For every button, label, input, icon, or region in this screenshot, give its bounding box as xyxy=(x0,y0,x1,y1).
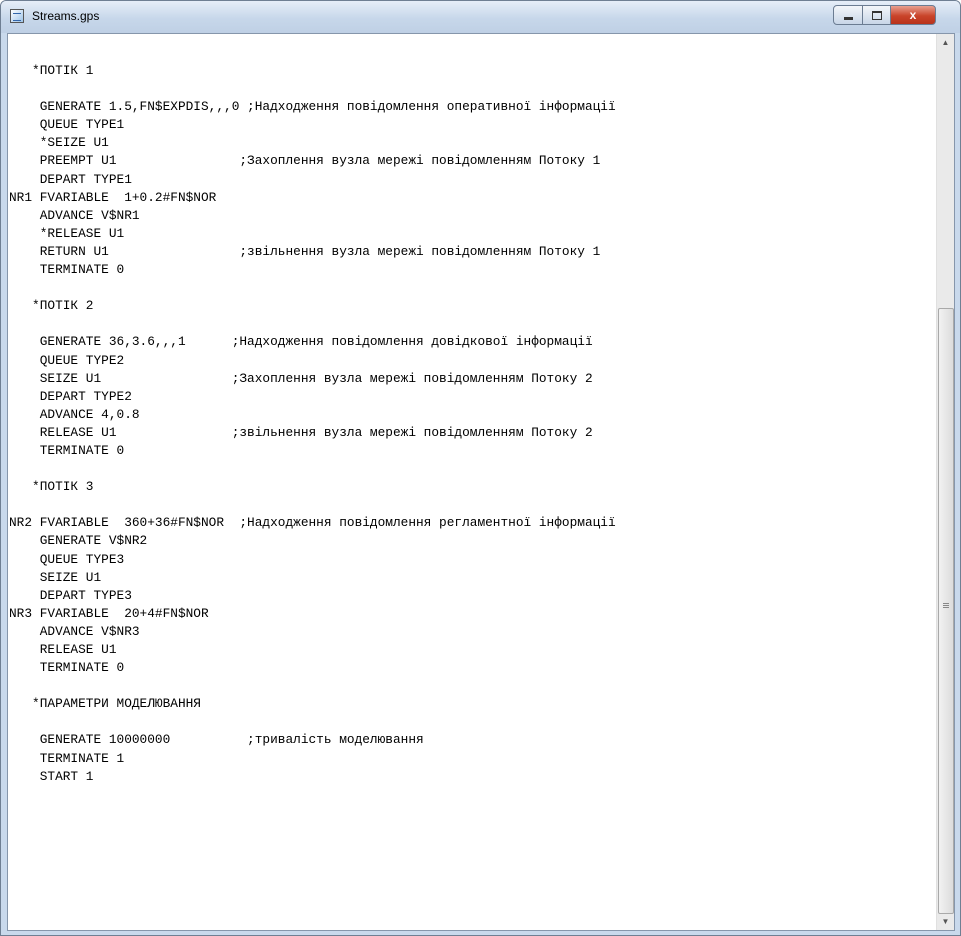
close-icon: x xyxy=(909,8,917,22)
code-line[interactable] xyxy=(9,315,616,333)
code-text[interactable]: *ПОТІК 1 GENERATE 1.5,FN$EXPDIS,,,0 ;Над… xyxy=(9,62,616,786)
code-line[interactable] xyxy=(9,460,616,478)
code-line[interactable]: GENERATE V$NR2 xyxy=(9,532,616,550)
code-line[interactable]: RELEASE U1 ;звільнення вузла мережі пові… xyxy=(9,424,616,442)
document-icon xyxy=(10,9,24,23)
code-line[interactable]: NR3 FVARIABLE 20+4#FN$NOR xyxy=(9,605,616,623)
code-line[interactable]: *ПОТІК 2 xyxy=(9,297,616,315)
code-editor[interactable]: *ПОТІК 1 GENERATE 1.5,FN$EXPDIS,,,0 ;Над… xyxy=(7,33,955,931)
code-line[interactable]: *ПОТІК 3 xyxy=(9,478,616,496)
window-title: Streams.gps xyxy=(32,9,100,23)
grip-icon xyxy=(943,603,949,604)
code-line[interactable] xyxy=(9,677,616,695)
editor-window: Streams.gps x *ПОТІК 1 GENERATE 1.5,FN$E… xyxy=(0,0,961,936)
code-line[interactable]: TERMINATE 0 xyxy=(9,442,616,460)
code-line[interactable] xyxy=(9,279,616,297)
code-line[interactable]: RETURN U1 ;звільнення вузла мережі повід… xyxy=(9,243,616,261)
code-line[interactable]: TERMINATE 0 xyxy=(9,261,616,279)
code-line[interactable]: QUEUE TYPE1 xyxy=(9,116,616,134)
code-line[interactable]: GENERATE 10000000 ;тривалість моделюванн… xyxy=(9,731,616,749)
code-line[interactable]: NR2 FVARIABLE 360+36#FN$NOR ;Надходження… xyxy=(9,514,616,532)
code-line[interactable]: *SEIZE U1 xyxy=(9,134,616,152)
code-line[interactable]: QUEUE TYPE2 xyxy=(9,352,616,370)
scroll-up-icon[interactable]: ▲ xyxy=(937,34,954,51)
code-line[interactable]: ADVANCE V$NR1 xyxy=(9,207,616,225)
code-line[interactable]: RELEASE U1 xyxy=(9,641,616,659)
maximize-button[interactable] xyxy=(862,5,891,25)
code-line[interactable]: ADVANCE 4,0.8 xyxy=(9,406,616,424)
code-line[interactable]: SEIZE U1 xyxy=(9,569,616,587)
maximize-icon xyxy=(871,11,882,20)
code-line[interactable]: TERMINATE 1 xyxy=(9,750,616,768)
minimize-icon xyxy=(843,17,853,20)
code-line[interactable]: DEPART TYPE1 xyxy=(9,171,616,189)
title-bar[interactable]: Streams.gps x xyxy=(1,1,960,33)
code-line[interactable]: DEPART TYPE3 xyxy=(9,587,616,605)
code-line[interactable] xyxy=(9,496,616,514)
code-line[interactable]: GENERATE 36,3.6,,,1 ;Надходження повідом… xyxy=(9,333,616,351)
code-line[interactable]: *RELEASE U1 xyxy=(9,225,616,243)
code-line[interactable]: *ПАРАМЕТРИ МОДЕЛЮВАННЯ xyxy=(9,695,616,713)
code-line[interactable]: GENERATE 1.5,FN$EXPDIS,,,0 ;Надходження … xyxy=(9,98,616,116)
code-line[interactable] xyxy=(9,80,616,98)
code-line[interactable]: START 1 xyxy=(9,768,616,786)
vertical-scrollbar[interactable]: ▲ ▼ xyxy=(936,34,954,930)
scrollbar-thumb[interactable] xyxy=(938,308,954,914)
close-button[interactable]: x xyxy=(890,5,936,25)
code-line[interactable]: NR1 FVARIABLE 1+0.2#FN$NOR xyxy=(9,189,616,207)
code-line[interactable]: *ПОТІК 1 xyxy=(9,62,616,80)
scroll-down-icon[interactable]: ▼ xyxy=(937,913,954,930)
minimize-button[interactable] xyxy=(833,5,863,25)
code-line[interactable]: DEPART TYPE2 xyxy=(9,388,616,406)
code-line[interactable]: PREEMPT U1 ;Захоплення вузла мережі пові… xyxy=(9,152,616,170)
code-line[interactable]: QUEUE TYPE3 xyxy=(9,551,616,569)
code-line[interactable]: SEIZE U1 ;Захоплення вузла мережі повідо… xyxy=(9,370,616,388)
code-line[interactable] xyxy=(9,713,616,731)
code-line[interactable]: TERMINATE 0 xyxy=(9,659,616,677)
code-line[interactable]: ADVANCE V$NR3 xyxy=(9,623,616,641)
